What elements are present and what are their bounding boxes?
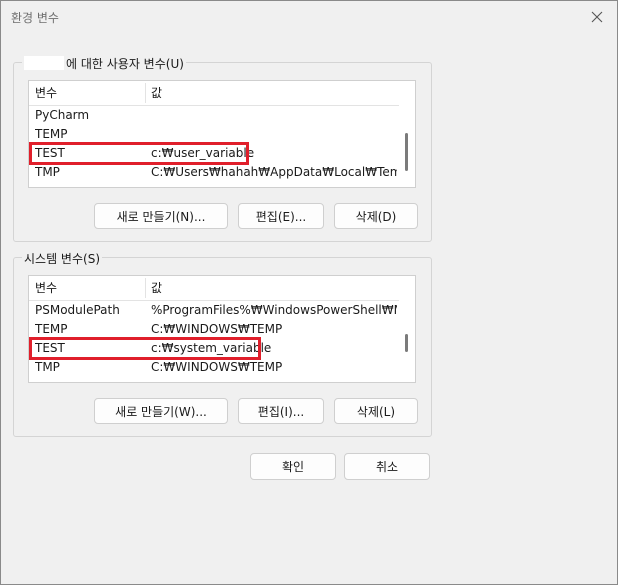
variable-value: c:₩user_variable: [151, 146, 255, 160]
column-divider[interactable]: [145, 278, 146, 298]
user-variables-group: 에 대한 사용자 변수(U) 변수 값 PyCharm TEMP TEST c:…: [13, 55, 432, 242]
variable-value: C:₩Users₩hahah₩AppData₩Local₩Temp: [151, 165, 397, 179]
close-icon: [591, 11, 603, 23]
window-title: 환경 변수: [11, 11, 59, 25]
user-variables-list[interactable]: 변수 값 PyCharm TEMP TEST c:₩user_variable: [28, 80, 416, 188]
scrollbar-thumb[interactable]: [405, 334, 408, 352]
variable-name: TEMP: [35, 322, 68, 336]
column-header-variable[interactable]: 변수: [35, 81, 147, 105]
user-variables-scrollbar[interactable]: [399, 81, 415, 187]
system-variables-list-header: 변수 값: [29, 276, 400, 301]
system-variables-scrollbar[interactable]: [399, 276, 415, 382]
system-new-button[interactable]: 새로 만들기(W)...: [94, 398, 228, 424]
system-delete-button[interactable]: 삭제(L): [334, 398, 418, 424]
user-variables-group-label: 에 대한 사용자 변수(U): [22, 55, 186, 72]
column-divider[interactable]: [145, 83, 146, 103]
system-edit-button[interactable]: 편집(I)...: [238, 398, 324, 424]
system-variables-group-label: 시스템 변수(S): [22, 250, 102, 267]
column-header-variable[interactable]: 변수: [35, 276, 147, 300]
variable-name: TEST: [35, 341, 65, 355]
list-item[interactable]: PSModulePath %ProgramFiles%₩WindowsPower…: [29, 301, 399, 320]
user-delete-button[interactable]: 삭제(D): [334, 203, 418, 229]
variable-value: [151, 106, 397, 125]
variable-value: [151, 125, 397, 144]
variable-name: TEMP: [35, 127, 68, 141]
ok-button[interactable]: 확인: [250, 453, 336, 480]
system-variables-list-body: PSModulePath %ProgramFiles%₩WindowsPower…: [29, 301, 399, 382]
list-item[interactable]: TMP C:₩Users₩hahah₩AppData₩Local₩Temp: [29, 163, 399, 182]
list-item[interactable]: TEMP C:₩WINDOWS₩TEMP: [29, 320, 399, 339]
column-header-value[interactable]: 값: [151, 81, 391, 105]
variable-name: PyCharm: [35, 108, 90, 122]
user-new-button[interactable]: 새로 만들기(N)...: [94, 203, 228, 229]
user-variables-list-header: 변수 값: [29, 81, 400, 106]
variable-name: TMP: [35, 165, 60, 179]
scrollbar-thumb[interactable]: [405, 133, 408, 171]
user-variables-list-body: PyCharm TEMP TEST c:₩user_variable TMP C…: [29, 106, 399, 187]
user-variables-label-text: 에 대한 사용자 변수(U): [66, 57, 184, 71]
environment-variables-dialog: 환경 변수 에 대한 사용자 변수(U) 변수 값 PyCharm TEMP T…: [0, 0, 618, 585]
variable-value: %ProgramFiles%₩WindowsPowerShell₩Mo...: [151, 303, 397, 317]
list-item[interactable]: TMP C:₩WINDOWS₩TEMP: [29, 358, 399, 377]
variable-name: PSModulePath: [35, 303, 120, 317]
list-item[interactable]: TEST c:₩system_variable: [29, 339, 399, 358]
cancel-button[interactable]: 취소: [344, 453, 430, 480]
list-item[interactable]: TEMP: [29, 125, 399, 144]
system-variables-group: 시스템 변수(S) 변수 값 PSModulePath %ProgramFile…: [13, 250, 432, 437]
variable-name: TEST: [35, 146, 65, 160]
column-header-value[interactable]: 값: [151, 276, 391, 300]
variable-value: C:₩WINDOWS₩TEMP: [151, 322, 283, 336]
variable-value: C:₩WINDOWS₩TEMP: [151, 360, 283, 374]
close-button[interactable]: [585, 5, 609, 29]
list-item[interactable]: TEST c:₩user_variable: [29, 144, 399, 163]
system-variables-list[interactable]: 변수 값 PSModulePath %ProgramFiles%₩Windows…: [28, 275, 416, 383]
variable-name: TMP: [35, 360, 60, 374]
title-bar: 환경 변수: [1, 1, 617, 33]
variable-value: c:₩system_variable: [151, 341, 272, 355]
user-edit-button[interactable]: 편집(E)...: [238, 203, 324, 229]
redacted-username: [24, 56, 64, 70]
list-item[interactable]: PyCharm: [29, 106, 399, 125]
